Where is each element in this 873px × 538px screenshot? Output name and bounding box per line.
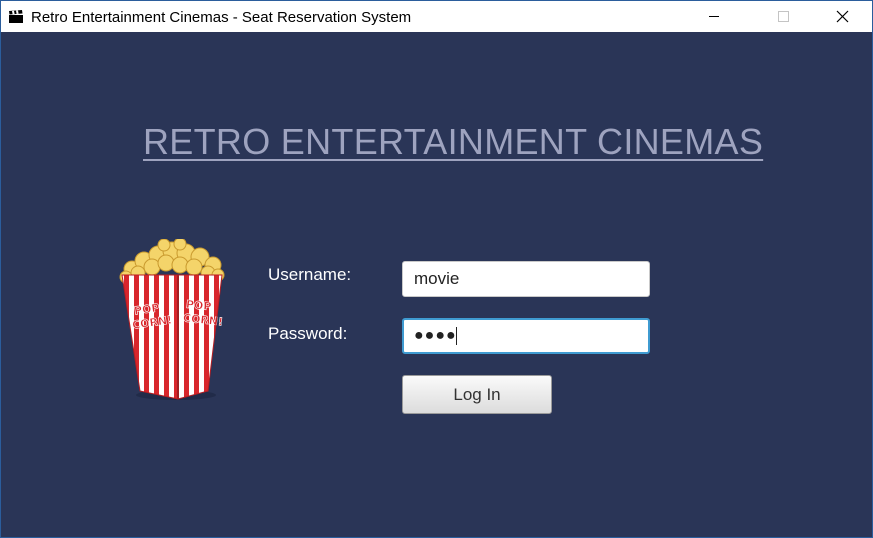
username-label: Username: bbox=[268, 265, 352, 284]
page-title: RETRO ENTERTAINMENT CINEMAS bbox=[143, 121, 764, 162]
maximize-icon bbox=[778, 11, 789, 22]
popcorn-icon: POP CORN! POP CORN! bbox=[119, 239, 225, 400]
maximize-button[interactable] bbox=[760, 1, 806, 32]
minimize-icon bbox=[709, 16, 719, 17]
window-title: Retro Entertainment Cinemas - Seat Reser… bbox=[31, 9, 412, 26]
app-window: Retro Entertainment Cinemas - Seat Reser… bbox=[0, 0, 873, 538]
login-panel: RETRO ENTERTAINMENT CINEMAS POP CORN! PO… bbox=[1, 32, 872, 537]
text-caret bbox=[456, 327, 457, 345]
title-bar[interactable]: Retro Entertainment Cinemas - Seat Reser… bbox=[1, 1, 872, 32]
login-button[interactable]: Log In bbox=[402, 375, 552, 414]
password-label: Password: bbox=[268, 324, 348, 343]
password-field[interactable]: ●●●● bbox=[402, 318, 650, 354]
close-button[interactable] bbox=[819, 1, 865, 32]
minimize-button[interactable] bbox=[691, 1, 737, 32]
username-field[interactable] bbox=[402, 261, 650, 297]
close-icon bbox=[836, 10, 849, 23]
svg-text:POP: POP bbox=[185, 298, 212, 314]
clapperboard-icon bbox=[9, 10, 23, 23]
